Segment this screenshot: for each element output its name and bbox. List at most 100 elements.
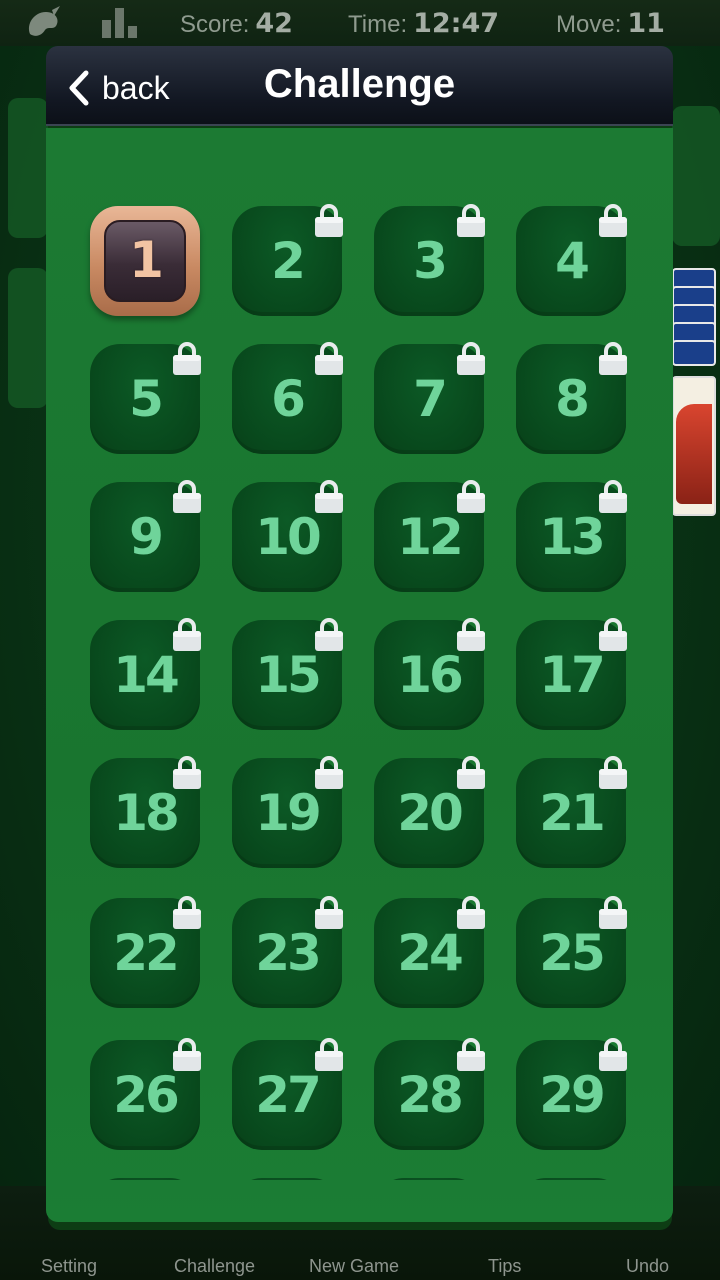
lock-icon bbox=[314, 478, 344, 514]
level-number: 14 bbox=[113, 646, 180, 704]
lock-icon bbox=[456, 894, 486, 930]
card-slot bbox=[8, 98, 48, 238]
level-number: 29 bbox=[539, 1066, 606, 1124]
lock-icon bbox=[598, 754, 628, 790]
game-status-bar: Score: 42 Time: 12:47 Move: 11 bbox=[0, 0, 720, 46]
stats-icon[interactable] bbox=[100, 6, 142, 47]
level-number: 21 bbox=[539, 784, 606, 842]
lock-icon bbox=[598, 478, 628, 514]
lock-icon bbox=[314, 616, 344, 652]
level-button[interactable]: 29 bbox=[516, 1038, 627, 1150]
lock-icon bbox=[456, 340, 486, 376]
level-button[interactable]: 9 bbox=[90, 480, 201, 592]
level-button-current[interactable]: 1 bbox=[90, 206, 200, 316]
level-number: 22 bbox=[113, 924, 180, 982]
challenge-button[interactable]: Challenge bbox=[174, 1256, 255, 1277]
level-button[interactable]: 20 bbox=[374, 756, 485, 868]
theme-icon[interactable] bbox=[24, 6, 64, 47]
time-stat: Time: 12:47 bbox=[348, 8, 500, 39]
level-number: 20 bbox=[397, 784, 464, 842]
lock-icon bbox=[598, 340, 628, 376]
lock-icon bbox=[598, 202, 628, 238]
level-button[interactable]: 8 bbox=[516, 342, 627, 454]
lock-icon bbox=[314, 1036, 344, 1072]
lock-icon bbox=[314, 894, 344, 930]
level-button[interactable]: 5 bbox=[90, 342, 201, 454]
level-number: 8 bbox=[555, 370, 590, 428]
lock-icon bbox=[314, 202, 344, 238]
level-number: 12 bbox=[397, 508, 464, 566]
level-button[interactable]: 19 bbox=[232, 756, 343, 868]
undo-button[interactable]: Undo bbox=[626, 1256, 669, 1277]
level-number: 16 bbox=[397, 646, 464, 704]
king-card bbox=[672, 376, 716, 516]
lock-icon bbox=[456, 1036, 486, 1072]
level-number: 24 bbox=[397, 924, 464, 982]
level-button[interactable] bbox=[516, 1178, 626, 1180]
level-button[interactable]: 18 bbox=[90, 756, 201, 868]
lock-icon bbox=[598, 616, 628, 652]
card-slot bbox=[8, 268, 48, 408]
level-button[interactable]: 10 bbox=[232, 480, 343, 592]
level-number: 7 bbox=[413, 370, 448, 428]
level-button[interactable]: 26 bbox=[90, 1038, 201, 1150]
lock-icon bbox=[172, 754, 202, 790]
level-button[interactable]: 15 bbox=[232, 618, 343, 730]
dialog-body: 1 2 3 4 5 6 7 8 9 10 12 13 14 15 16 17 18 19 20 21 22 23 24 25 2… bbox=[46, 128, 673, 1222]
new-game-button[interactable]: New Game bbox=[309, 1256, 399, 1277]
level-button[interactable]: 21 bbox=[516, 756, 627, 868]
level-number: 5 bbox=[129, 370, 164, 428]
level-button[interactable]: 2 bbox=[232, 204, 343, 316]
level-button[interactable]: 25 bbox=[516, 896, 627, 1008]
level-button[interactable]: 13 bbox=[516, 480, 627, 592]
lock-icon bbox=[172, 340, 202, 376]
lock-icon bbox=[314, 754, 344, 790]
score-stat: Score: 42 bbox=[180, 8, 293, 39]
level-button[interactable]: 23 bbox=[232, 896, 343, 1008]
level-button[interactable]: 17 bbox=[516, 618, 627, 730]
card-back bbox=[672, 340, 716, 366]
lock-icon bbox=[172, 894, 202, 930]
card-stack bbox=[672, 268, 720, 516]
level-number: 23 bbox=[255, 924, 322, 982]
dialog-header: back Challenge bbox=[46, 46, 673, 126]
level-button[interactable]: 22 bbox=[90, 896, 201, 1008]
level-button[interactable]: 4 bbox=[516, 204, 627, 316]
level-number: 27 bbox=[255, 1066, 322, 1124]
level-number: 9 bbox=[129, 508, 164, 566]
level-button[interactable] bbox=[232, 1178, 342, 1180]
level-number: 6 bbox=[271, 370, 306, 428]
level-button[interactable] bbox=[90, 1178, 200, 1180]
level-button[interactable]: 16 bbox=[374, 618, 485, 730]
level-button[interactable]: 7 bbox=[374, 342, 485, 454]
level-grid: 1 2 3 4 5 6 7 8 9 10 12 13 14 15 16 17 18 19 20 21 22 23 24 25 2… bbox=[46, 128, 673, 1180]
lock-icon bbox=[172, 478, 202, 514]
lock-icon bbox=[172, 616, 202, 652]
lock-icon bbox=[172, 1036, 202, 1072]
level-number: 13 bbox=[539, 508, 606, 566]
level-number: 15 bbox=[255, 646, 322, 704]
lock-icon bbox=[456, 202, 486, 238]
level-button[interactable]: 14 bbox=[90, 618, 201, 730]
level-number: 10 bbox=[255, 508, 322, 566]
level-button[interactable]: 24 bbox=[374, 896, 485, 1008]
move-stat: Move: 11 bbox=[556, 8, 665, 39]
tips-button[interactable]: Tips bbox=[488, 1256, 521, 1277]
lock-icon bbox=[598, 1036, 628, 1072]
level-number: 17 bbox=[539, 646, 606, 704]
lock-icon bbox=[598, 894, 628, 930]
setting-button[interactable]: Setting bbox=[41, 1256, 97, 1277]
level-button[interactable]: 3 bbox=[374, 204, 485, 316]
level-button[interactable] bbox=[374, 1178, 484, 1180]
level-number: 1 bbox=[129, 231, 164, 289]
level-number: 18 bbox=[113, 784, 180, 842]
level-number: 4 bbox=[555, 232, 590, 290]
level-button[interactable]: 6 bbox=[232, 342, 343, 454]
level-button[interactable]: 27 bbox=[232, 1038, 343, 1150]
challenge-dialog: back Challenge 1 2 3 4 5 6 7 8 9 10 12 13 14 15 16 17 18… bbox=[46, 46, 673, 1230]
level-number: 2 bbox=[271, 232, 306, 290]
level-number: 3 bbox=[413, 232, 448, 290]
level-number: 19 bbox=[255, 784, 322, 842]
level-button[interactable]: 12 bbox=[374, 480, 485, 592]
level-button[interactable]: 28 bbox=[374, 1038, 485, 1150]
